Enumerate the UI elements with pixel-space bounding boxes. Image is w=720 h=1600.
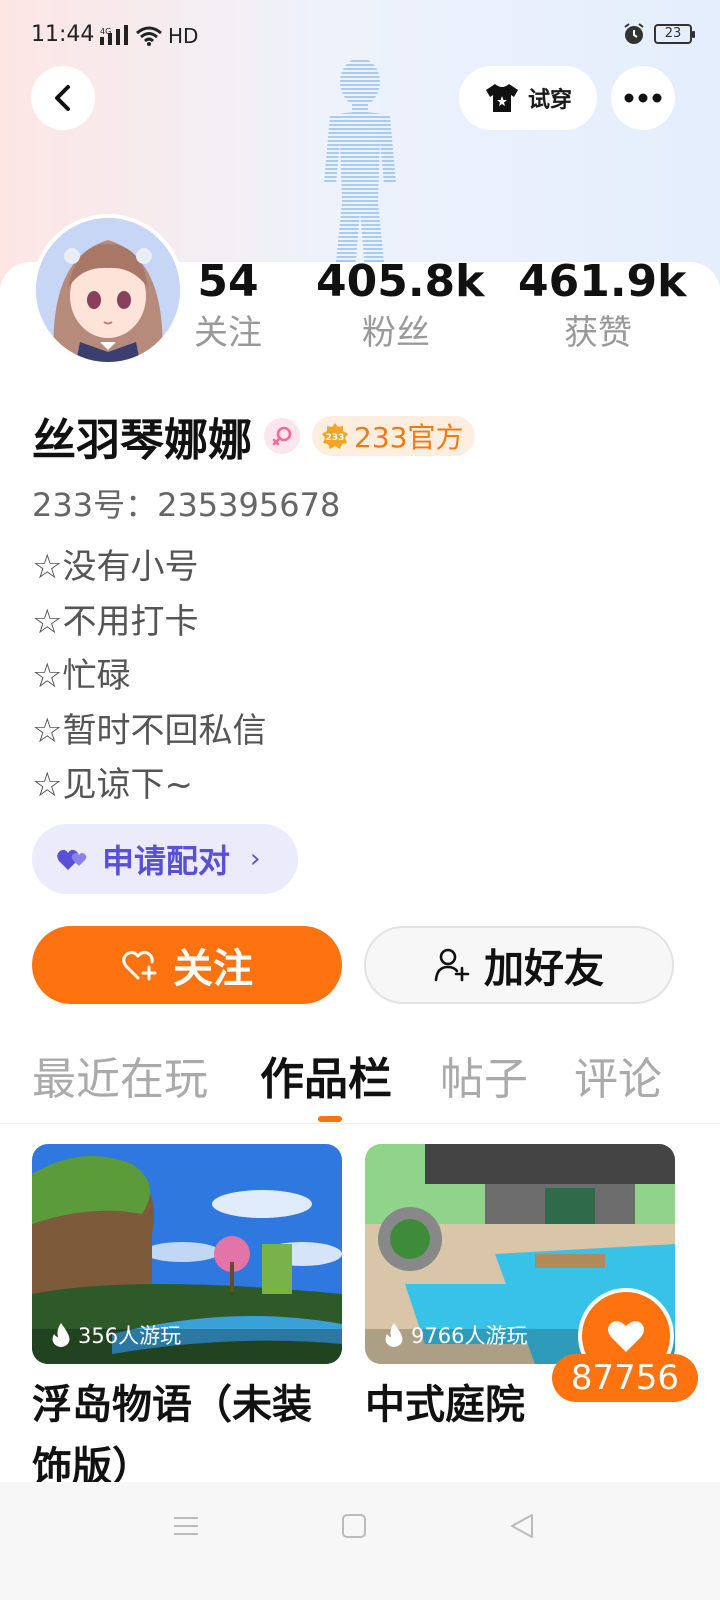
apply-pair-label: 申请配对 bbox=[102, 842, 231, 880]
work-title: 浮岛物语（未装饰版） bbox=[32, 1382, 312, 1490]
user-name: 丝羽琴娜娜 bbox=[32, 415, 252, 466]
play-count: 356人游玩 bbox=[50, 1320, 181, 1350]
heart-icon bbox=[608, 1321, 644, 1352]
menu-icon[interactable] bbox=[172, 1512, 200, 1540]
system-nav-bar bbox=[0, 1482, 720, 1600]
bio-line: ☆忙碌 bbox=[32, 656, 131, 696]
tab-works[interactable]: 作品栏 bbox=[260, 1048, 392, 1112]
stat-likes[interactable]: 461.9k 获赞 bbox=[518, 256, 687, 358]
signal-icon: 4G bbox=[100, 25, 128, 45]
play-count-label: 356人游玩 bbox=[78, 1324, 182, 1348]
work-card[interactable]: 356人游玩 浮岛物语（未装饰版） bbox=[32, 1144, 342, 1498]
svg-text:233: 233 bbox=[326, 433, 345, 443]
shirt-icon bbox=[485, 84, 518, 112]
play-count: 9766人游玩 bbox=[383, 1320, 527, 1350]
try-on-button[interactable]: 试穿 bbox=[459, 66, 597, 130]
add-friend-button[interactable]: 加好友 bbox=[364, 926, 674, 1004]
bio-line: ☆见谅下~ bbox=[32, 765, 193, 805]
back-button[interactable] bbox=[31, 66, 95, 130]
flame-icon bbox=[385, 1323, 403, 1347]
wifi-icon bbox=[136, 26, 162, 46]
name-row: 丝羽琴娜娜 233 233官方 bbox=[32, 404, 476, 468]
female-icon bbox=[264, 418, 300, 454]
stat-label: 关注 bbox=[194, 313, 262, 353]
network-indicator: 4G HD bbox=[100, 24, 198, 48]
alarm-icon bbox=[624, 23, 644, 44]
active-tab-indicator bbox=[318, 1116, 342, 1122]
tab-comments[interactable]: 评论 bbox=[574, 1048, 662, 1112]
more-button[interactable] bbox=[611, 66, 675, 130]
tab-recent-play[interactable]: 最近在玩 bbox=[32, 1048, 208, 1112]
heart-plus-icon bbox=[122, 950, 157, 981]
tab-posts[interactable]: 帖子 bbox=[440, 1048, 528, 1112]
follow-label: 关注 bbox=[173, 946, 253, 992]
bio-line: ☆暂时不回私信 bbox=[32, 710, 267, 751]
stat-value: 405.8k bbox=[316, 256, 485, 307]
play-count-label: 9766人游玩 bbox=[411, 1324, 528, 1348]
bio-line: ☆不用打卡 bbox=[32, 601, 199, 642]
official-badge[interactable]: 233 233官方 bbox=[312, 416, 476, 456]
add-user-icon bbox=[434, 948, 470, 982]
battery-icon: 23 bbox=[654, 24, 695, 44]
stat-label: 粉丝 bbox=[362, 313, 430, 353]
like-count: 87756 bbox=[552, 1354, 698, 1402]
profile-stats: 54 关注 405.8k 粉丝 461.9k 获赞 bbox=[0, 256, 720, 366]
stat-value: 54 bbox=[197, 256, 259, 307]
hologram-figure bbox=[324, 58, 396, 282]
status-bar: 11:44 4G HD 23 bbox=[0, 0, 720, 70]
more-dots-icon bbox=[624, 93, 662, 103]
stat-label: 获赞 bbox=[564, 313, 632, 353]
stat-value: 461.9k bbox=[518, 256, 687, 307]
stat-following[interactable]: 54 关注 bbox=[188, 256, 268, 358]
hearts-icon bbox=[57, 849, 87, 870]
flame-icon bbox=[52, 1323, 70, 1347]
official-badge-label: 233官方 bbox=[354, 421, 464, 454]
bio: ☆没有小号 ☆不用打卡 ☆忙碌 ☆暂时不回私信 ☆见谅下~ bbox=[32, 540, 266, 813]
follow-button[interactable]: 关注 bbox=[32, 926, 342, 1004]
official-badge-icon: 233 bbox=[322, 423, 348, 449]
home-icon[interactable] bbox=[340, 1512, 368, 1540]
chevron-left-icon bbox=[55, 85, 70, 111]
hd-indicator: HD bbox=[168, 24, 199, 48]
add-friend-label: 加好友 bbox=[484, 946, 604, 992]
back-nav-icon[interactable] bbox=[508, 1512, 536, 1540]
chevron-right-icon: › bbox=[250, 844, 261, 874]
bio-line: ☆没有小号 bbox=[32, 547, 199, 587]
status-time: 11:44 bbox=[31, 22, 95, 47]
apply-pair-button[interactable]: 申请配对 › bbox=[32, 824, 298, 894]
profile-tabs: 最近在玩 作品栏 帖子 评论 bbox=[0, 1048, 720, 1124]
user-id: 233号：235395678 bbox=[32, 486, 341, 524]
stat-fans[interactable]: 405.8k 粉丝 bbox=[316, 256, 485, 358]
work-thumbnail: 356人游玩 bbox=[32, 1144, 342, 1364]
try-on-label: 试穿 bbox=[527, 88, 572, 113]
